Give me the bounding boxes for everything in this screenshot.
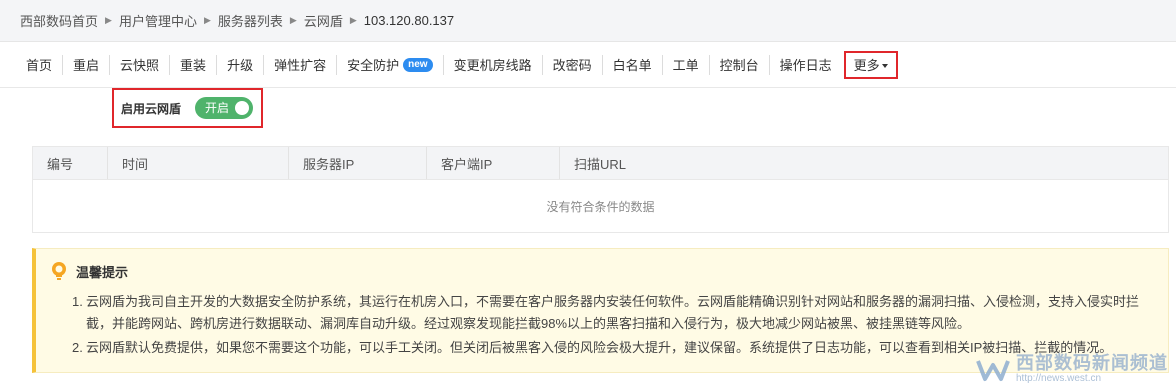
column-header-client-ip: 客户端IP xyxy=(427,147,560,179)
column-header-time: 时间 xyxy=(108,147,289,179)
nav-security-protection[interactable]: 安全防护 new xyxy=(336,54,442,75)
chevron-right-icon: ▶ xyxy=(105,15,112,25)
nav-reinstall[interactable]: 重装 xyxy=(169,54,216,75)
nav-whitelist[interactable]: 白名单 xyxy=(601,54,662,75)
nav-change-password[interactable]: 改密码 xyxy=(541,54,602,75)
tips-list: 1. 云网盾为我司自主开发的大数据安全防护系统，其运行在机房入口，不需要在客户服… xyxy=(50,291,1152,359)
server-action-nav: 首页 重启 云快照 重装 升级 弹性扩容 安全防护 new 变更机房线路 改密码… xyxy=(0,42,1176,88)
breadcrumb: 西部数码首页 ▶ 用户管理中心 ▶ 服务器列表 ▶ 云网盾 ▶ 103.120.… xyxy=(0,0,1176,42)
watermark: 西部数码新闻频道 http://news.west.cn xyxy=(976,353,1168,385)
watermark-text: 西部数码新闻频道 http://news.west.cn xyxy=(1016,353,1168,385)
enable-shield-label: 启用云网盾 xyxy=(121,101,182,116)
scan-log-table: 编号 时间 服务器IP 客户端IP 扫描URL 没有符合条件的数据 xyxy=(32,146,1169,233)
watermark-url: http://news.west.cn xyxy=(1016,373,1102,384)
column-header-scan-url: 扫描URL xyxy=(574,156,627,172)
new-badge: new xyxy=(403,57,433,72)
west-logo-icon xyxy=(976,360,1010,381)
nav-console[interactable]: 控制台 xyxy=(708,54,769,75)
breadcrumb-cloud-shield[interactable]: 云网盾 xyxy=(304,11,343,30)
switch-knob xyxy=(235,101,250,115)
nav-restart[interactable]: 重启 xyxy=(62,54,109,75)
column-header-id: 编号 xyxy=(33,147,108,179)
nav-ticket[interactable]: 工单 xyxy=(661,54,709,75)
nav-home[interactable]: 首页 xyxy=(16,55,62,75)
chevron-right-icon: ▶ xyxy=(289,15,297,25)
chevron-right-icon: ▶ xyxy=(349,15,357,25)
enable-shield-section: 启用云网盾 开启 xyxy=(112,88,263,128)
breadcrumb-home[interactable]: 西部数码首页 xyxy=(20,11,98,30)
watermark-title: 西部数码新闻频道 xyxy=(1016,353,1168,373)
more-dropdown-button[interactable]: 更多 xyxy=(843,50,898,79)
table-empty-message: 没有符合条件的数据 xyxy=(546,199,655,214)
tip-number: 1. xyxy=(72,294,83,309)
nav-upgrade[interactable]: 升级 xyxy=(216,54,263,75)
tip-text: 云网盾为我司自主开发的大数据安全防护系统，其运行在机房入口，不需要在客户服务器内… xyxy=(86,294,1140,331)
breadcrumb-user-center[interactable]: 用户管理中心 xyxy=(119,11,197,30)
breadcrumb-server-ip: 103.120.80.137 xyxy=(363,13,455,28)
column-header-server-ip: 服务器IP xyxy=(289,147,427,179)
nav-elastic-scaling[interactable]: 弹性扩容 xyxy=(263,54,336,75)
breadcrumb-server-list[interactable]: 服务器列表 xyxy=(218,11,283,30)
nav-change-line[interactable]: 变更机房线路 xyxy=(442,54,542,75)
switch-state-text: 开启 xyxy=(205,101,230,115)
caret-down-icon xyxy=(881,63,888,68)
lightbulb-icon xyxy=(52,262,66,280)
more-label: 更多 xyxy=(853,58,880,73)
tip-number: 2. xyxy=(72,340,83,355)
chevron-right-icon: ▶ xyxy=(203,15,211,25)
nav-operation-log[interactable]: 操作日志 xyxy=(768,54,842,75)
tips-title: 温馨提示 xyxy=(76,264,129,280)
nav-security-protection-label: 安全防护 xyxy=(347,58,400,73)
enable-shield-switch[interactable]: 开启 xyxy=(195,97,254,119)
tips-header: 温馨提示 xyxy=(50,261,1152,281)
table-header-row: 编号 时间 服务器IP 客户端IP 扫描URL xyxy=(33,147,1168,180)
nav-snapshot[interactable]: 云快照 xyxy=(109,54,169,75)
tip-text: 云网盾默认免费提供，如果您不需要这个功能，可以手工关闭。但关闭后被黑客入侵的风险… xyxy=(86,340,1113,355)
tip-item: 1. 云网盾为我司自主开发的大数据安全防护系统，其运行在机房入口，不需要在客户服… xyxy=(72,291,1152,335)
